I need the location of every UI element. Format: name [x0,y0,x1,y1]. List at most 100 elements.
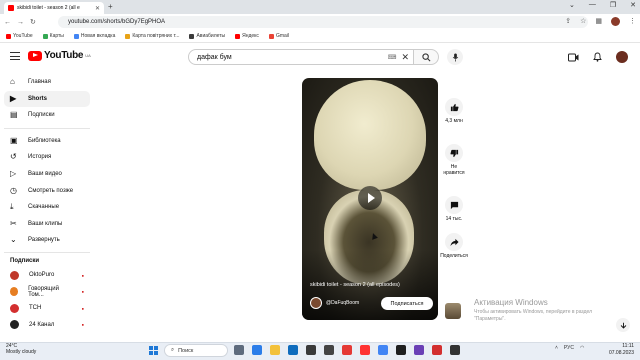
browser-tab[interactable]: skibidi toilet - season 2 (all e ✕ [4,2,104,14]
maximize-icon[interactable]: ❐ [610,1,616,9]
bookmark-item[interactable]: Карта повітряних т... [125,33,179,39]
app-purple-icon[interactable] [414,345,424,355]
sidebar-item[interactable]: ⤓ Скачанные [4,199,90,215]
channel-avatar[interactable] [310,297,322,309]
search-icon [421,52,430,61]
store-icon[interactable] [306,345,316,355]
youtube-logo[interactable]: YouTube UA [28,50,91,61]
menu-icon[interactable] [10,52,20,60]
bookmark-item[interactable]: Яндекс [235,33,259,39]
wifi-icon[interactable]: ◠ [580,345,584,351]
subscription-channel[interactable]: Говорящий Том... ● [4,284,90,300]
sidebar-item[interactable]: ◷ Смотреть позже [4,183,90,199]
share-icon[interactable] [445,233,463,251]
language-indicator[interactable]: РУС [564,345,574,351]
channel-label: Говорящий Том... [28,285,59,298]
keyboard-icon[interactable]: ⌨ [388,54,397,61]
minimize-icon[interactable]: — [589,1,596,9]
short-title[interactable]: skibidi toilet - season 2 (all episodes) [310,282,430,288]
extensions-icon[interactable]: ▦ [595,17,602,26]
bookmark-star-icon[interactable]: ☆ [580,17,586,26]
roblox-icon[interactable] [396,345,406,355]
dislike-icon[interactable] [445,144,463,162]
sidebar-divider [4,127,90,129]
sidebar-item[interactable]: ▣ Библиотека [4,133,90,149]
sidebar-item[interactable]: ⌄ Развернуть [4,232,90,248]
sidebar-item[interactable]: ✂ Ваши клипы [4,216,90,232]
opera-icon[interactable] [342,345,352,355]
notifications-bell-icon[interactable] [593,52,602,62]
youtube-app-icon[interactable] [360,345,370,355]
new-tab-button[interactable]: + [108,2,113,11]
forward-icon[interactable]: → [17,19,24,26]
sidebar: ⌂ Главная ▶ Shorts ▤ Подписки ▣ Библиотека ↺ Исто… [0,72,96,342]
app-red-icon[interactable] [432,345,442,355]
taskbar-search[interactable]: ⌕ Поиск [164,344,228,357]
windows-start-icon[interactable] [149,346,158,355]
clock[interactable]: 11:11 07.08.2023 [604,343,634,356]
bookmark-label: Авиабилеты [196,33,226,39]
subscriptions-icon: ▤ [10,110,18,120]
meet-icon[interactable] [252,345,262,355]
subscription-channel[interactable]: ТСН ● [4,300,90,316]
subscription-channel[interactable]: 24 Канал ● [4,317,90,333]
bookmark-label: YouTube [13,33,33,39]
search-input[interactable]: дафак бум ⌨ ✕ [188,49,416,65]
sidebar-item-label: Скачанные [28,204,60,211]
profile-avatar[interactable] [611,17,620,26]
menu-dots-icon[interactable]: ⋮ [629,17,636,26]
sidebar-item[interactable]: ↺ История [4,149,90,165]
task-view-icon[interactable] [234,345,244,355]
bookmark-favicon-icon [268,33,274,39]
create-video-icon[interactable] [568,53,579,62]
sidebar-item[interactable]: ▷ Ваши видео [4,166,90,182]
toolbar-right: ⇪ ☆ ▦ ⋮ [565,17,636,26]
share-page-icon[interactable]: ⇪ [565,17,571,26]
voice-search-button[interactable] [447,49,463,65]
bookmark-item[interactable]: YouTube [6,33,33,39]
mic-icon [452,52,458,62]
sidebar-item[interactable]: ▤ Подписки [4,107,90,123]
file-explorer-icon[interactable] [270,345,280,355]
sidebar-item[interactable]: ⌂ Главная [4,74,90,90]
chrome-icon[interactable] [378,345,388,355]
sidebar-item-label: Развернуть [28,237,60,244]
bookmark-favicon-icon [235,33,241,39]
app-dark-icon[interactable] [450,345,460,355]
clear-search-icon[interactable]: ✕ [401,52,409,63]
reload-icon[interactable]: ↻ [30,18,36,26]
address-bar[interactable]: youtube.com/shorts/bGDy7EgPHOA [58,16,588,28]
share-action[interactable]: Поделиться [440,233,468,259]
tab-close-icon[interactable]: ✕ [95,5,100,12]
close-window-icon[interactable]: ✕ [630,1,636,9]
subscribe-button[interactable]: Подписаться [381,297,433,310]
app-icon[interactable] [324,345,334,355]
search-button[interactable] [413,49,439,65]
play-icon[interactable] [358,186,382,210]
edge-icon[interactable] [288,345,298,355]
subscription-channel[interactable]: OktoPuro ● [4,267,90,283]
back-icon[interactable]: ← [4,19,11,26]
like-action[interactable]: 4,3 млн [443,98,465,124]
sound-thumbnail[interactable] [445,303,461,319]
bookmark-item[interactable]: Авиабилеты [189,33,225,39]
live-indicator-icon: ● [81,289,84,295]
bookmark-item[interactable]: Новая вкладка [73,33,115,39]
watch-later-icon: ◷ [10,185,17,195]
sidebar-item-label: История [28,154,52,161]
channel-name[interactable]: @DaFuqBoom [326,300,359,306]
weather-widget[interactable]: 24°C Mostly cloudy [6,343,36,355]
tray-chevron-icon[interactable]: ˄ [555,345,558,351]
comments-action[interactable]: 14 тыс. [443,196,465,222]
dislike-label: Не нравится [443,164,465,177]
tab-search-icon[interactable]: ⌄ [569,1,575,9]
bookmark-item[interactable]: Gmail [268,33,289,39]
channel-avatar [10,287,19,297]
sidebar-item[interactable]: ▶ Shorts [4,90,90,107]
bookmark-label: Карты [49,33,64,39]
comment-icon[interactable] [445,196,463,214]
account-avatar[interactable] [616,51,628,63]
like-icon[interactable] [445,98,463,116]
bookmark-item[interactable]: Карты [42,33,64,39]
dislike-action[interactable]: Не нравится [443,144,465,177]
